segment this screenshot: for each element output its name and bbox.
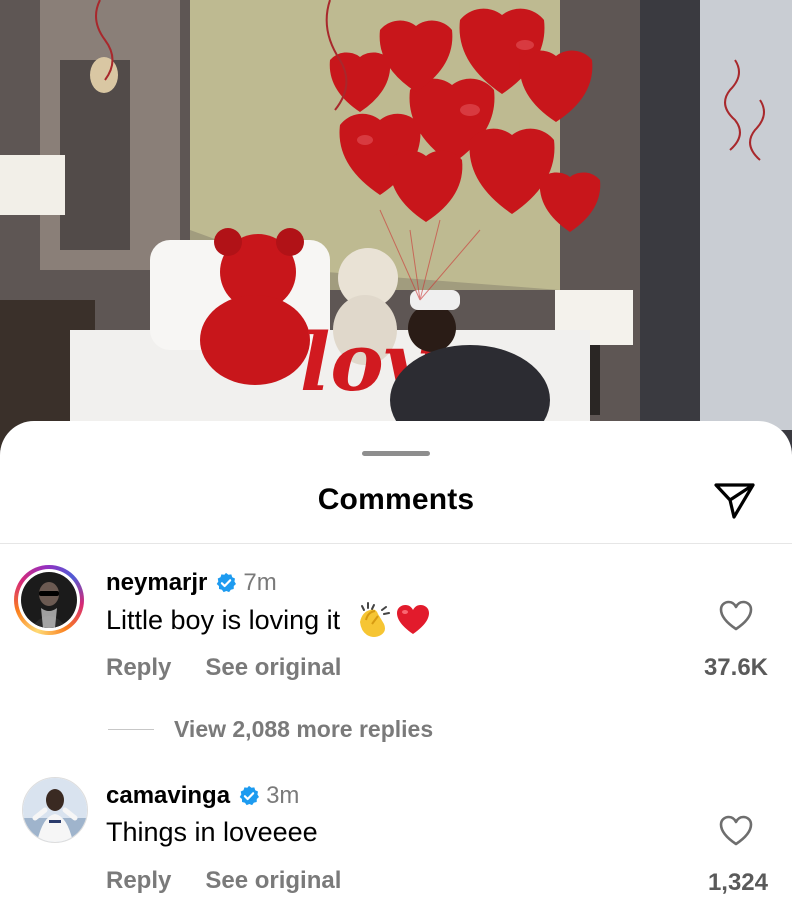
sheet-grabber[interactable] bbox=[362, 451, 430, 456]
see-original-button[interactable]: See original bbox=[205, 654, 341, 682]
header-divider bbox=[0, 543, 792, 544]
like-count[interactable]: 1,324 bbox=[708, 869, 768, 897]
avatar[interactable] bbox=[14, 565, 84, 635]
view-replies-label: View 2,088 more replies bbox=[174, 716, 434, 742]
red-heart-emoji bbox=[396, 604, 430, 636]
heart-outline-icon[interactable] bbox=[719, 815, 753, 847]
comment-header: neymarjr 7m bbox=[106, 569, 277, 597]
page-title: Comments bbox=[317, 483, 475, 516]
post-photo: love bbox=[0, 0, 792, 470]
avatar[interactable] bbox=[22, 777, 88, 843]
comment-time: 7m bbox=[243, 569, 277, 596]
heart-outline-icon[interactable] bbox=[719, 600, 753, 632]
replies-line bbox=[108, 729, 154, 730]
comment-text-row: Little boy is loving it bbox=[106, 602, 430, 638]
comment-text: Little boy is loving it bbox=[106, 604, 341, 635]
like-count[interactable]: 37.6K bbox=[704, 654, 768, 682]
paper-plane-icon[interactable] bbox=[710, 476, 758, 524]
avatar-image bbox=[23, 778, 87, 842]
comment-header: camavinga 3m bbox=[106, 782, 299, 810]
view-replies-button[interactable]: View 2,088 more replies bbox=[108, 716, 433, 743]
verified-badge-icon bbox=[217, 572, 237, 593]
verified-badge-icon bbox=[239, 785, 260, 806]
username[interactable]: neymarjr bbox=[106, 569, 207, 597]
see-original-button[interactable]: See original bbox=[205, 867, 341, 895]
comment-actions: Reply See original bbox=[106, 867, 341, 895]
clapping-hands-emoji bbox=[352, 602, 392, 638]
comments-sheet: Comments neymarjr 7m Little boy is lovin… bbox=[0, 421, 792, 900]
username[interactable]: camavinga bbox=[106, 782, 230, 810]
reply-button[interactable]: Reply bbox=[106, 654, 171, 682]
avatar-image bbox=[21, 572, 77, 628]
comment-text: Things in loveeee bbox=[106, 817, 318, 847]
comment-text-row: Things in loveeee bbox=[106, 817, 318, 848]
reply-button[interactable]: Reply bbox=[106, 867, 171, 895]
comment-actions: Reply See original bbox=[106, 654, 341, 682]
comment-time: 3m bbox=[266, 782, 300, 809]
